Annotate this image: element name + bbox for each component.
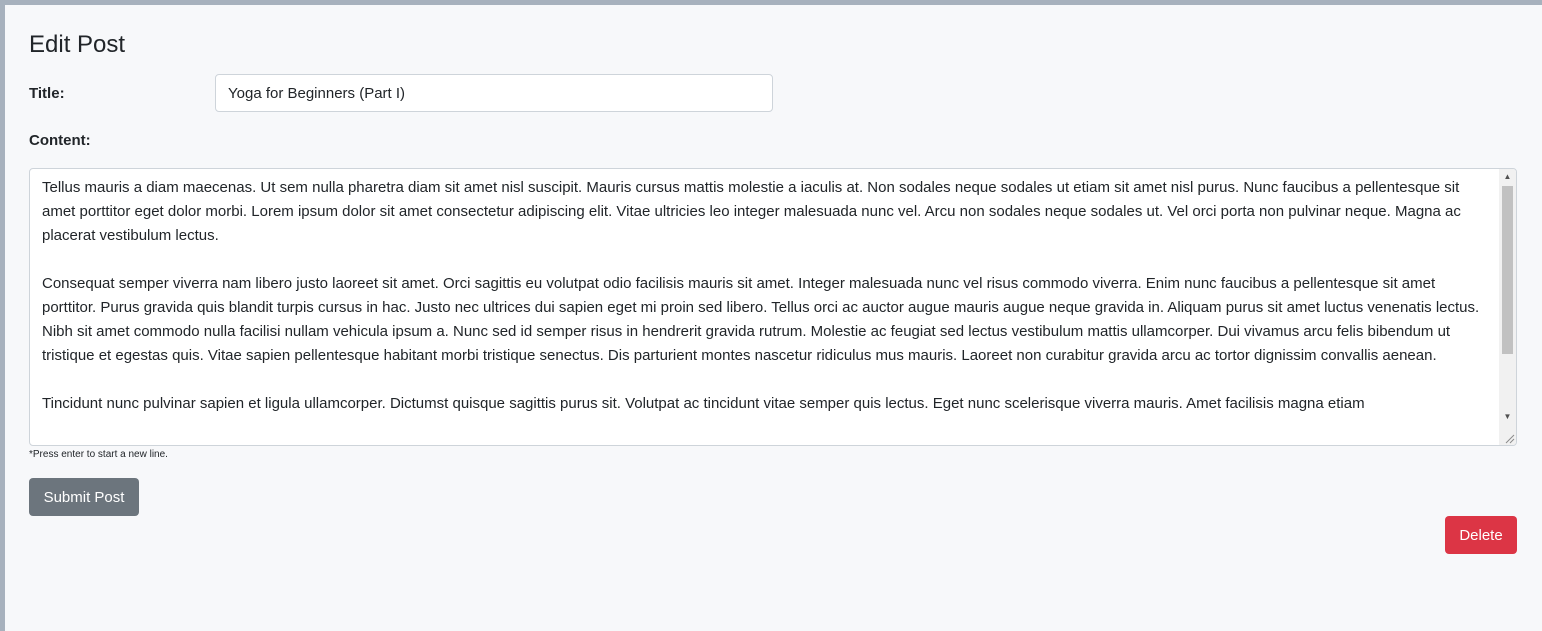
scroll-down-arrow-icon[interactable]: ▼ bbox=[1499, 409, 1516, 425]
title-input[interactable] bbox=[215, 74, 773, 112]
delete-button[interactable]: Delete bbox=[1445, 516, 1517, 554]
resize-grip-icon[interactable] bbox=[1503, 432, 1515, 444]
content-scrollbar[interactable]: ▲ ▼ bbox=[1499, 169, 1516, 445]
content-hint: *Press enter to start a new line. bbox=[29, 449, 168, 460]
content-textarea[interactable]: Tellus mauris a diam maecenas. Ut sem nu… bbox=[29, 168, 1517, 446]
scroll-up-arrow-icon[interactable]: ▲ bbox=[1499, 169, 1516, 185]
page-title: Edit Post bbox=[29, 31, 126, 58]
scrollbar-thumb[interactable] bbox=[1502, 186, 1513, 354]
content-label: Content: bbox=[29, 132, 91, 149]
content-text[interactable]: Tellus mauris a diam maecenas. Ut sem nu… bbox=[42, 176, 1488, 438]
title-label: Title: bbox=[29, 85, 65, 102]
edit-post-page: Edit Post Title: Content: Tellus mauris … bbox=[5, 5, 1542, 631]
submit-post-button[interactable]: Submit Post bbox=[29, 478, 139, 516]
